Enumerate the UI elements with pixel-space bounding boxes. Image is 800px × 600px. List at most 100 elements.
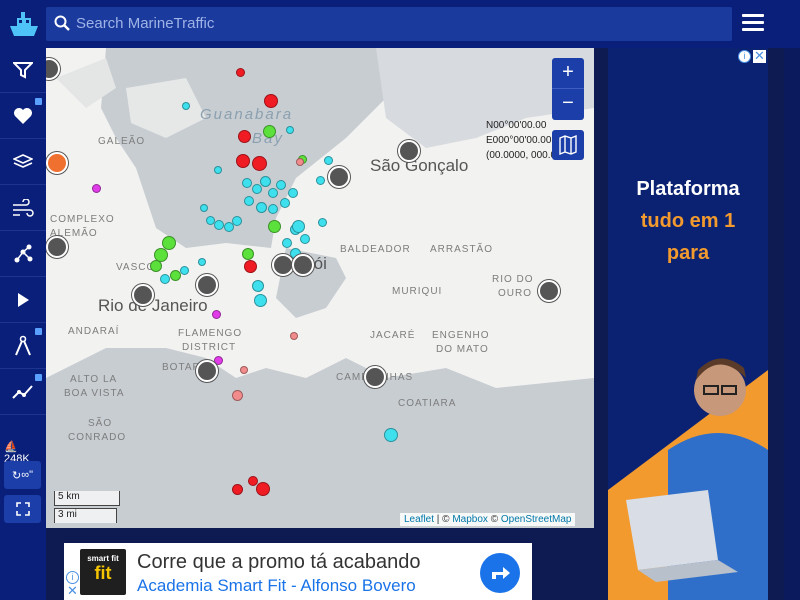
vessel-marker[interactable] (264, 94, 278, 108)
network-icon (14, 244, 33, 263)
side-advertisement[interactable]: i ✕ Plataforma tudo em 1 para (608, 48, 768, 600)
port-icon[interactable] (196, 360, 218, 382)
vessel-marker[interactable] (252, 156, 267, 171)
vessel-marker[interactable] (256, 482, 270, 496)
vessel-marker[interactable] (324, 156, 333, 165)
map-label: DO MATO (436, 344, 489, 355)
filter-button[interactable] (0, 48, 46, 93)
analytics-button[interactable] (0, 370, 46, 415)
vessel-marker[interactable] (180, 266, 189, 275)
vessel-marker[interactable] (252, 184, 262, 194)
mapbox-link[interactable]: Mapbox (452, 514, 488, 525)
vessel-marker[interactable] (238, 130, 251, 143)
vessel-marker[interactable] (214, 166, 222, 174)
port-icon[interactable] (398, 140, 420, 162)
vessel-marker[interactable] (296, 158, 304, 166)
vessel-marker[interactable] (288, 188, 298, 198)
vessel-marker[interactable] (150, 260, 162, 272)
map-attribution: Leaflet | © Mapbox © OpenStreetMap (400, 513, 576, 526)
vessel-marker[interactable] (200, 204, 208, 212)
compass-icon (15, 335, 31, 356)
map-label: ALTO LA (70, 374, 118, 385)
port-icon[interactable] (272, 254, 294, 276)
vessel-marker[interactable] (384, 428, 398, 442)
vessel-marker[interactable] (318, 218, 327, 227)
zoom-out-button[interactable]: − (552, 89, 584, 120)
vessel-marker[interactable] (256, 202, 267, 213)
search-box[interactable]: Search MarineTraffic (46, 7, 732, 41)
vessel-marker[interactable] (236, 68, 245, 77)
port-icon[interactable] (132, 284, 154, 306)
vessel-marker[interactable] (268, 188, 278, 198)
port-icon[interactable] (292, 254, 314, 276)
vessel-marker[interactable] (260, 176, 271, 187)
vessel-marker[interactable] (198, 258, 206, 266)
vessel-marker[interactable] (242, 248, 254, 260)
vessel-marker[interactable] (232, 216, 242, 226)
zoom-control: + − (552, 58, 584, 120)
measure-button[interactable] (0, 324, 46, 369)
bottom-advertisement[interactable]: smart fit fit Corre que a promo tá acaba… (64, 543, 532, 600)
playback-button[interactable] (0, 278, 46, 323)
port-icon[interactable] (538, 280, 560, 302)
vessel-marker[interactable] (300, 234, 310, 244)
ad-headline: para (666, 242, 710, 264)
vessel-marker[interactable] (214, 220, 224, 230)
page-scrollbar[interactable] (784, 48, 800, 600)
ad-link[interactable]: Academia Smart Fit - Alfonso Bovero (137, 576, 416, 596)
leaflet-link[interactable]: Leaflet (404, 514, 434, 525)
vessel-marker[interactable] (182, 102, 190, 110)
vessel-marker[interactable] (252, 280, 264, 292)
vessel-marker[interactable] (92, 184, 101, 193)
vessel-marker[interactable] (290, 332, 298, 340)
search-input[interactable]: Search MarineTraffic (76, 15, 214, 32)
vessel-marker[interactable] (268, 204, 278, 214)
vessel-marker[interactable] (232, 484, 243, 495)
vessel-marker[interactable] (276, 180, 286, 190)
fullscreen-icon (15, 502, 30, 516)
vessel-marker[interactable] (292, 220, 305, 233)
vessel-marker[interactable] (282, 238, 292, 248)
map-label: COMPLEXO (50, 214, 115, 225)
directions-icon (492, 567, 510, 579)
scale-bar: 5 km 3 mi (54, 491, 120, 525)
zoom-in-button[interactable]: + (552, 58, 584, 89)
refresh-button[interactable]: ↻ ∞" (4, 461, 41, 489)
layers-button[interactable] (0, 140, 46, 185)
vessel-marker[interactable] (263, 125, 276, 138)
ad-info-icon[interactable]: i (738, 50, 751, 63)
marinetraffic-logo[interactable] (6, 8, 42, 40)
vessel-marker[interactable] (232, 390, 243, 401)
routes-button[interactable] (0, 232, 46, 277)
weather-button[interactable] (0, 186, 46, 231)
fullscreen-button[interactable] (4, 495, 41, 523)
vessel-marker[interactable] (236, 154, 250, 168)
favorites-button[interactable] (0, 94, 46, 139)
map-canvas[interactable]: Guanabara Bay GALEÃO COMPLEXO ALEMÃO VAS… (46, 48, 594, 528)
vessel-marker[interactable] (316, 176, 325, 185)
port-icon[interactable] (328, 166, 350, 188)
directions-button[interactable] (480, 553, 520, 593)
port-icon[interactable] (46, 236, 68, 258)
ad-close-icon[interactable]: ✕ (66, 584, 79, 598)
map-label: CONRADO (68, 432, 127, 443)
map-type-button[interactable] (552, 130, 584, 160)
vessel-marker[interactable] (268, 220, 281, 233)
vessel-marker[interactable] (240, 366, 248, 374)
port-icon[interactable] (196, 274, 218, 296)
vessel-marker[interactable] (254, 294, 267, 307)
menu-icon[interactable] (742, 14, 764, 34)
port-icon[interactable] (364, 366, 386, 388)
port-icon[interactable] (46, 152, 68, 174)
vessel-marker[interactable] (286, 126, 294, 134)
map-label: SÃO (88, 418, 113, 429)
vessel-marker[interactable] (244, 260, 257, 273)
vessel-marker[interactable] (280, 198, 290, 208)
osm-link[interactable]: OpenStreetMap (501, 514, 572, 525)
vessel-marker[interactable] (242, 178, 252, 188)
vessel-marker[interactable] (160, 274, 170, 284)
vessel-marker[interactable] (212, 310, 221, 319)
lock-icon (35, 98, 42, 105)
ad-close-icon[interactable]: ✕ (753, 49, 766, 63)
vessel-marker[interactable] (244, 196, 254, 206)
